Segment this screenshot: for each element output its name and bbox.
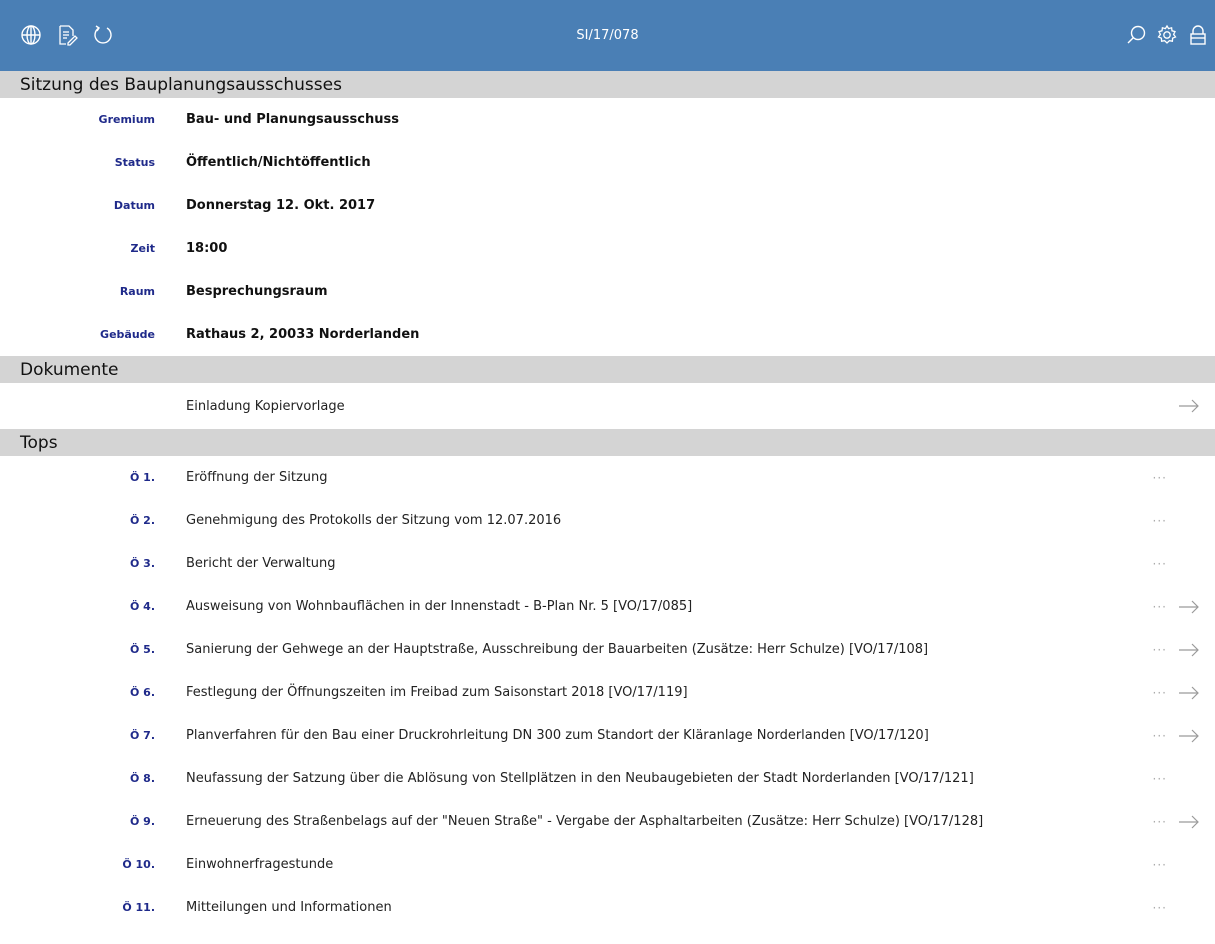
arrow-right-icon[interactable]	[1177, 599, 1201, 615]
top-item[interactable]: Ö 6. Festlegung der Öffnungszeiten im Fre…	[0, 671, 1215, 714]
more-options-icon[interactable]: ···	[1153, 686, 1167, 700]
meeting-field-row: Status Öffentlich/Nichtöffentlich	[0, 141, 1215, 184]
field-label: Gremium	[98, 113, 155, 126]
tops-list: Ö 1. Eröffnung der Sitzung ··· Ö 2. Genehmig…	[0, 456, 1215, 929]
top-item[interactable]: Ö 3. Bericht der Verwaltung ···	[0, 542, 1215, 585]
top-title: Ausweisung von Wohnbauflächen in der Inn…	[186, 599, 693, 614]
meeting-field-row: Gebäude Rathaus 2, 20033 Norderlanden	[0, 313, 1215, 356]
arrow-right-icon[interactable]	[1177, 814, 1201, 830]
section-header-documents: Dokumente	[0, 356, 1215, 383]
field-label: Raum	[119, 285, 155, 298]
top-title: Neufassung der Satzung über die Ablösung…	[186, 771, 974, 786]
field-label: Status	[114, 156, 155, 169]
more-options-icon[interactable]: ···	[1153, 600, 1167, 614]
more-options-icon[interactable]: ···	[1153, 858, 1167, 872]
field-value: Öffentlich/Nichtöffentlich	[186, 155, 371, 170]
lock-icon[interactable]	[1187, 24, 1209, 46]
meeting-field-row: Raum Besprechungsraum	[0, 270, 1215, 313]
documents-list: Einladung Kopiervorlage	[0, 383, 1215, 429]
section-header-tops: Tops	[0, 429, 1215, 456]
top-title: Eröffnung der Sitzung	[186, 470, 328, 485]
more-options-icon[interactable]: ···	[1153, 514, 1167, 528]
top-title: Festlegung der Öffnungszeiten im Freibad…	[186, 685, 688, 700]
top-title: Einwohnerfragestunde	[186, 857, 334, 872]
top-item[interactable]: Ö 1. Eröffnung der Sitzung ···	[0, 456, 1215, 499]
more-options-icon[interactable]: ···	[1153, 471, 1167, 485]
document-item[interactable]: Einladung Kopiervorlage	[0, 383, 1215, 429]
arrow-right-icon[interactable]	[1177, 642, 1201, 658]
search-icon[interactable]	[1125, 24, 1147, 46]
more-options-icon[interactable]: ···	[1153, 901, 1167, 915]
page-title: SI/17/078	[576, 28, 639, 43]
top-number: Ö 6.	[129, 686, 155, 699]
top-number: Ö 11.	[122, 901, 155, 914]
meeting-field-row: Datum Donnerstag 12. Okt. 2017	[0, 184, 1215, 227]
top-number: Ö 1.	[129, 471, 155, 484]
document-label: Einladung Kopiervorlage	[186, 398, 345, 414]
top-item[interactable]: Ö 11. Mitteilungen und Informationen ···	[0, 886, 1215, 929]
meeting-details: Gremium Bau- und Planungsausschuss Status Ö…	[0, 98, 1215, 356]
field-value: Bau- und Planungsausschuss	[186, 112, 399, 127]
top-item[interactable]: Ö 10. Einwohnerfragestunde ···	[0, 843, 1215, 886]
top-number: Ö 10.	[122, 858, 155, 871]
field-label: Datum	[113, 199, 155, 212]
top-number: Ö 7.	[129, 729, 155, 742]
field-label: Zeit	[130, 242, 155, 255]
gear-icon[interactable]	[1156, 24, 1178, 46]
top-number: Ö 8.	[129, 772, 155, 785]
field-value: Donnerstag 12. Okt. 2017	[186, 198, 376, 213]
meeting-field-row: Gremium Bau- und Planungsausschuss	[0, 98, 1215, 141]
top-number: Ö 9.	[129, 815, 155, 828]
arrow-right-icon[interactable]	[1177, 398, 1201, 414]
field-value: Rathaus 2, 20033 Norderlanden	[186, 327, 420, 342]
field-label: Gebäude	[100, 328, 155, 341]
more-options-icon[interactable]: ···	[1153, 729, 1167, 743]
arrow-right-icon[interactable]	[1177, 685, 1201, 701]
top-item[interactable]: Ö 9. Erneuerung des Straßenbelags auf der…	[0, 800, 1215, 843]
top-title: Mitteilungen und Informationen	[186, 900, 392, 915]
top-item[interactable]: Ö 7. Planverfahren für den Bau einer Druc…	[0, 714, 1215, 757]
top-number: Ö 4.	[129, 600, 155, 613]
more-options-icon[interactable]: ···	[1153, 815, 1167, 829]
top-title: Planverfahren für den Bau einer Druckroh…	[186, 728, 929, 743]
top-title: Erneuerung des Straßenbelags auf der "Ne…	[186, 814, 984, 829]
meeting-field-row: Zeit 18:00	[0, 227, 1215, 270]
top-app-bar: SI/17/078	[0, 0, 1215, 71]
more-options-icon[interactable]: ···	[1153, 643, 1167, 657]
more-options-icon[interactable]: ···	[1153, 772, 1167, 786]
section-header-meeting: Sitzung des Bauplanungsausschusses	[0, 71, 1215, 98]
top-number: Ö 3.	[129, 557, 155, 570]
top-item[interactable]: Ö 8. Neufassung der Satzung über die Ablö…	[0, 757, 1215, 800]
toolbar-right	[1125, 24, 1209, 46]
top-item[interactable]: Ö 2. Genehmigung des Protokolls der Sitzu…	[0, 499, 1215, 542]
arrow-right-icon[interactable]	[1177, 728, 1201, 744]
top-number: Ö 5.	[129, 643, 155, 656]
top-title: Genehmigung des Protokolls der Sitzung v…	[186, 513, 562, 528]
field-value: 18:00	[186, 241, 228, 256]
top-title: Bericht der Verwaltung	[186, 556, 336, 571]
top-title: Sanierung der Gehwege an der Hauptstraße…	[186, 642, 929, 657]
more-options-icon[interactable]: ···	[1153, 557, 1167, 571]
top-item[interactable]: Ö 4. Ausweisung von Wohnbauflächen in der…	[0, 585, 1215, 628]
top-item[interactable]: Ö 5. Sanierung der Gehwege an der Hauptst…	[0, 628, 1215, 671]
top-number: Ö 2.	[129, 514, 155, 527]
field-value: Besprechungsraum	[186, 284, 328, 299]
